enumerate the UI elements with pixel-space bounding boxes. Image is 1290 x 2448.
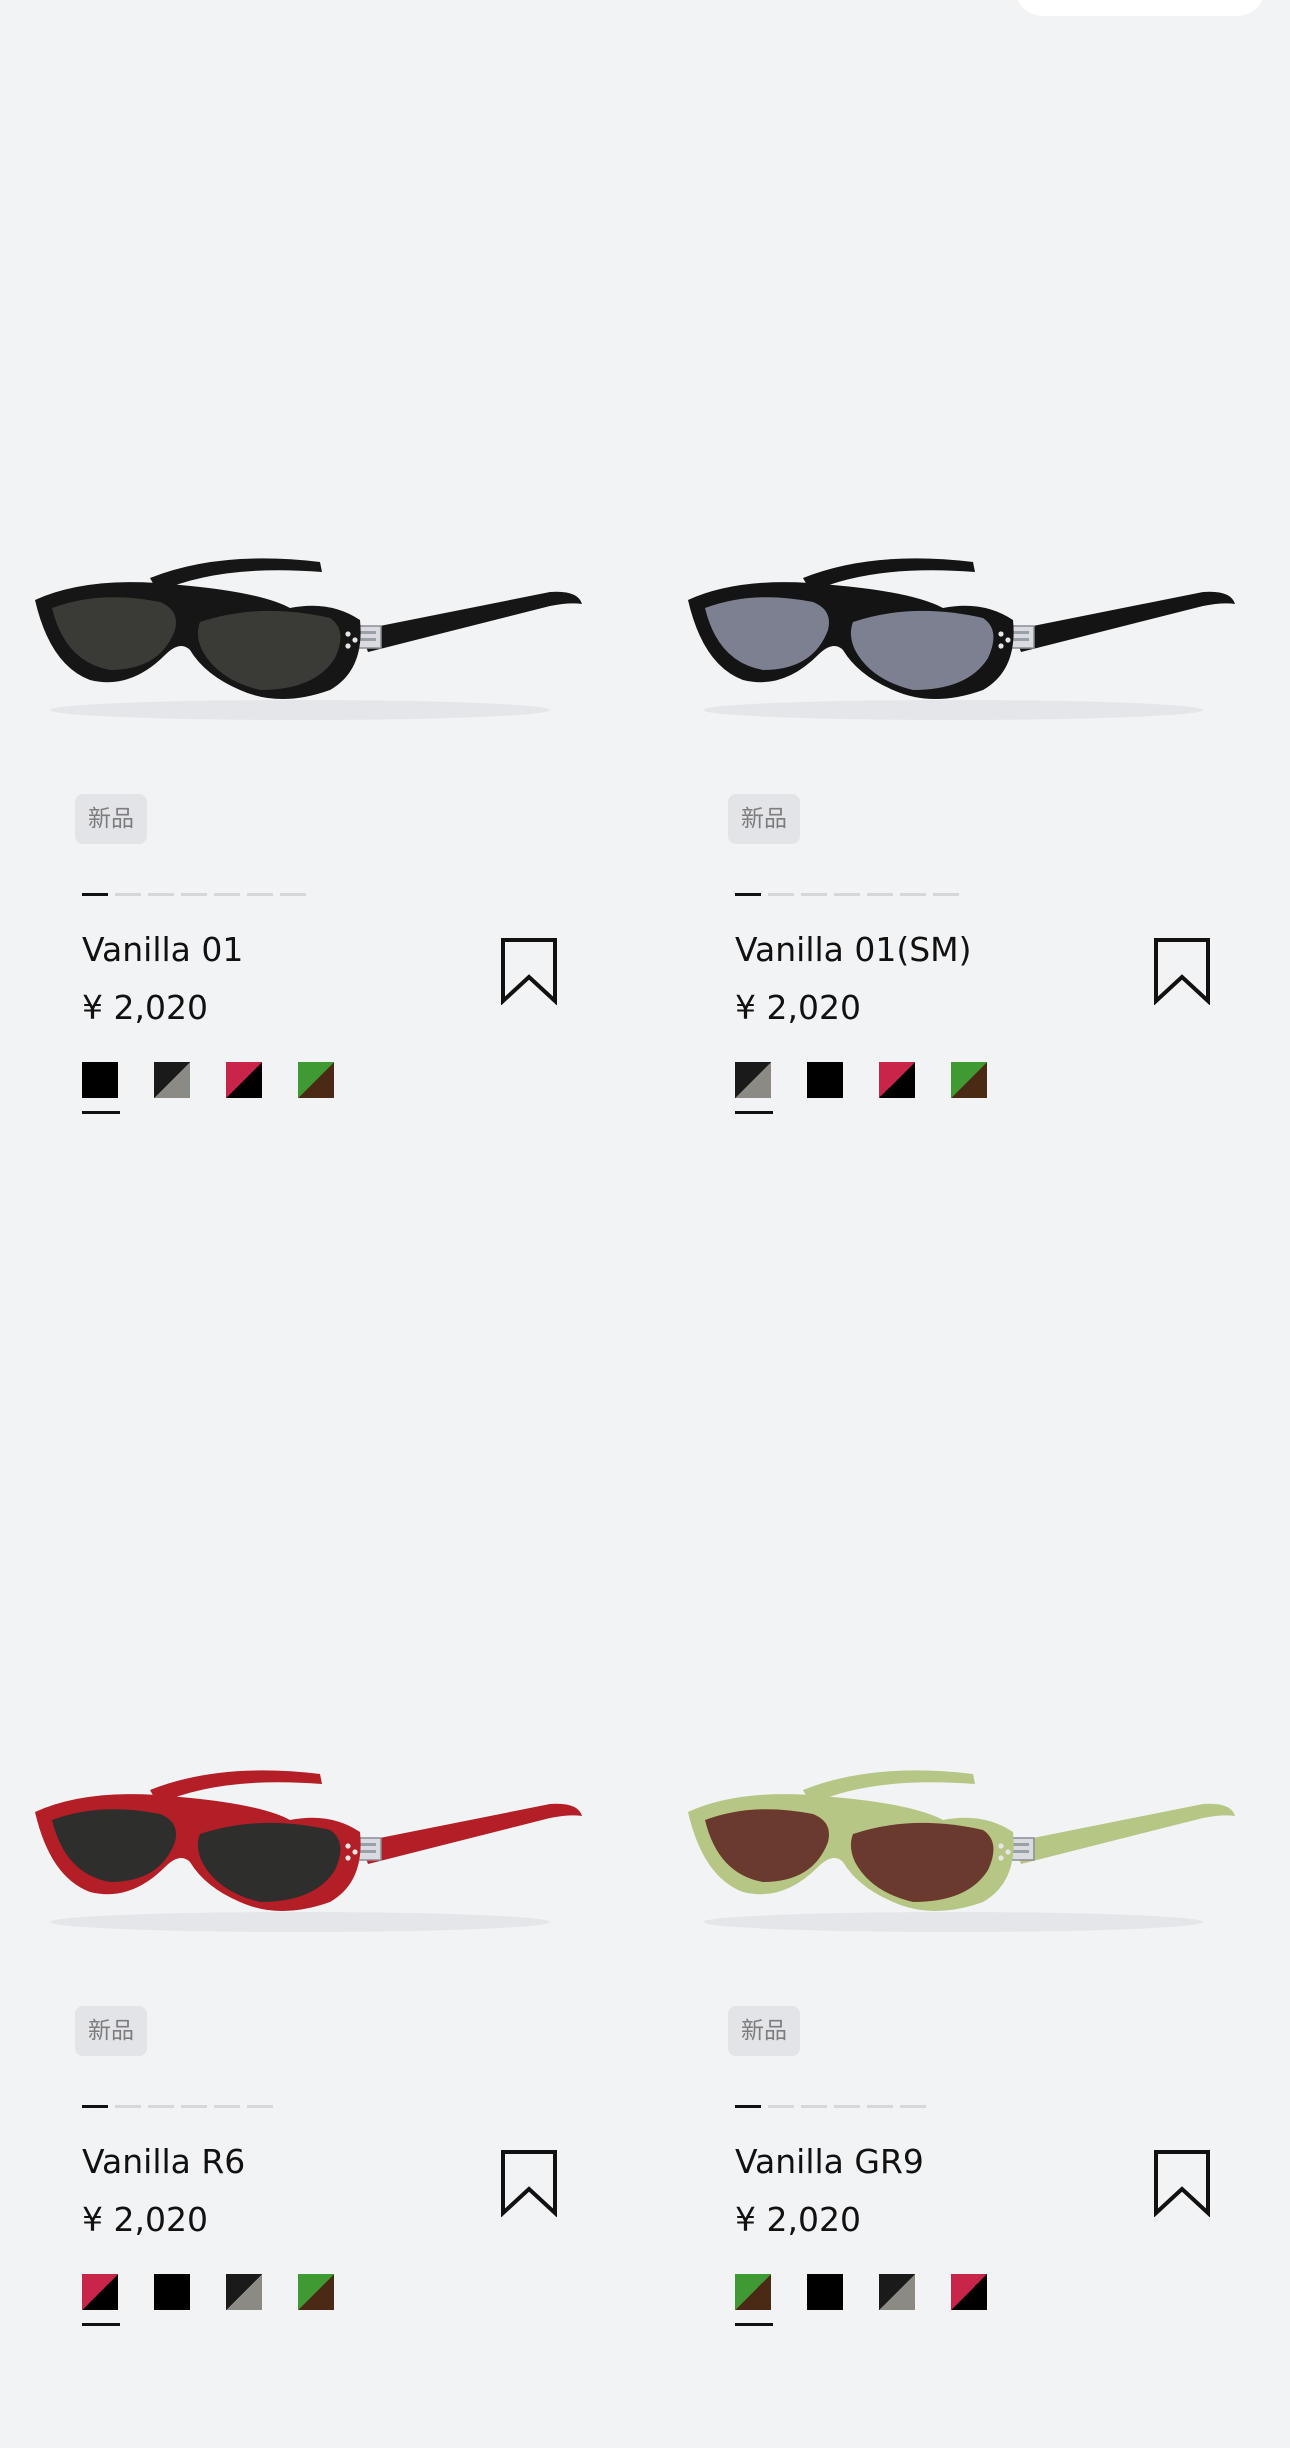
color-swatch-green-brown[interactable] xyxy=(735,2274,773,2326)
color-swatch-green-brown[interactable] xyxy=(298,2274,334,2310)
color-swatch-black-grey[interactable] xyxy=(735,1062,773,1114)
sunglasses-black-grey-lens-icon xyxy=(688,558,1235,720)
new-badge: 新品 xyxy=(75,794,147,844)
color-swatches xyxy=(735,2274,987,2326)
gallery-dot[interactable] xyxy=(148,893,174,896)
gallery-dot[interactable] xyxy=(115,893,141,896)
gallery-indicator xyxy=(735,2105,926,2108)
product-price: ¥ 2,020 xyxy=(82,2200,208,2239)
sunglasses-green-icon xyxy=(688,1770,1235,1932)
bookmark-icon[interactable] xyxy=(500,937,558,1005)
sunglasses-black-grey-lens-icon[interactable] xyxy=(683,530,1243,730)
new-badge: 新品 xyxy=(728,794,800,844)
sunglasses-black-icon xyxy=(35,558,582,720)
color-swatch-black[interactable] xyxy=(807,2274,843,2310)
product-card[interactable]: 新品 Vanilla 01(SM) ¥ 2,020 xyxy=(653,0,1290,1212)
sunglasses-red-icon xyxy=(35,1770,582,1932)
gallery-dot[interactable] xyxy=(247,2105,273,2108)
gallery-dot[interactable] xyxy=(834,893,860,896)
color-swatch-green-brown[interactable] xyxy=(951,1062,987,1098)
gallery-dot[interactable] xyxy=(280,893,306,896)
color-swatches xyxy=(82,2274,334,2326)
bookmark-icon[interactable] xyxy=(500,2149,558,2217)
color-swatch-black[interactable] xyxy=(82,1062,120,1114)
product-card[interactable]: 新品 Vanilla GR9 ¥ 2,020 xyxy=(653,1212,1290,2424)
gallery-dot[interactable] xyxy=(181,893,207,896)
gallery-dot[interactable] xyxy=(82,893,108,896)
color-swatch-black-grey[interactable] xyxy=(154,1062,190,1098)
gallery-dot[interactable] xyxy=(214,893,240,896)
color-swatch-black[interactable] xyxy=(154,2274,190,2310)
product-name[interactable]: Vanilla GR9 xyxy=(735,2137,924,2187)
gallery-dot[interactable] xyxy=(933,893,959,896)
gallery-dot[interactable] xyxy=(867,2105,893,2108)
color-swatches xyxy=(82,1062,334,1114)
gallery-dot[interactable] xyxy=(834,2105,860,2108)
gallery-dot[interactable] xyxy=(82,2105,108,2108)
product-name[interactable]: Vanilla R6 xyxy=(82,2137,245,2187)
gallery-dot[interactable] xyxy=(867,893,893,896)
color-swatches xyxy=(735,1062,987,1114)
gallery-dot[interactable] xyxy=(214,2105,240,2108)
gallery-indicator xyxy=(82,893,306,896)
new-badge: 新品 xyxy=(75,2006,147,2056)
sunglasses-red-icon[interactable] xyxy=(30,1742,590,1942)
product-name[interactable]: Vanilla 01(SM) xyxy=(735,925,972,975)
color-swatch-black-grey[interactable] xyxy=(226,2274,262,2310)
bookmark-icon[interactable] xyxy=(1153,2149,1211,2217)
gallery-indicator xyxy=(735,893,959,896)
gallery-dot[interactable] xyxy=(148,2105,174,2108)
new-badge: 新品 xyxy=(728,2006,800,2056)
color-swatch-red-black[interactable] xyxy=(226,1062,262,1098)
gallery-dot[interactable] xyxy=(801,893,827,896)
product-card[interactable]: 新品 Vanilla 01 ¥ 2,020 xyxy=(0,0,645,1212)
gallery-dot[interactable] xyxy=(900,893,926,896)
sunglasses-black-icon[interactable] xyxy=(30,530,590,730)
color-swatch-red-black[interactable] xyxy=(951,2274,987,2310)
gallery-dot[interactable] xyxy=(801,2105,827,2108)
gallery-dot[interactable] xyxy=(900,2105,926,2108)
color-swatch-black[interactable] xyxy=(807,1062,843,1098)
product-grid: 新品 Vanilla 01 ¥ 2,020 新品 Vanilla 01(SM) … xyxy=(0,0,1290,2448)
color-swatch-black-grey[interactable] xyxy=(879,2274,915,2310)
bookmark-icon[interactable] xyxy=(1153,937,1211,1005)
gallery-dot[interactable] xyxy=(115,2105,141,2108)
color-swatch-red-black[interactable] xyxy=(879,1062,915,1098)
color-swatch-red-black[interactable] xyxy=(82,2274,120,2326)
gallery-indicator xyxy=(82,2105,273,2108)
color-swatch-green-brown[interactable] xyxy=(298,1062,334,1098)
product-price: ¥ 2,020 xyxy=(735,988,861,1027)
product-price: ¥ 2,020 xyxy=(82,988,208,1027)
gallery-dot[interactable] xyxy=(735,893,761,896)
gallery-dot[interactable] xyxy=(768,2105,794,2108)
product-name[interactable]: Vanilla 01 xyxy=(82,925,243,975)
gallery-dot[interactable] xyxy=(247,893,273,896)
product-card[interactable]: 新品 Vanilla R6 ¥ 2,020 xyxy=(0,1212,645,2424)
product-price: ¥ 2,020 xyxy=(735,2200,861,2239)
gallery-dot[interactable] xyxy=(735,2105,761,2108)
sunglasses-green-icon[interactable] xyxy=(683,1742,1243,1942)
gallery-dot[interactable] xyxy=(181,2105,207,2108)
gallery-dot[interactable] xyxy=(768,893,794,896)
